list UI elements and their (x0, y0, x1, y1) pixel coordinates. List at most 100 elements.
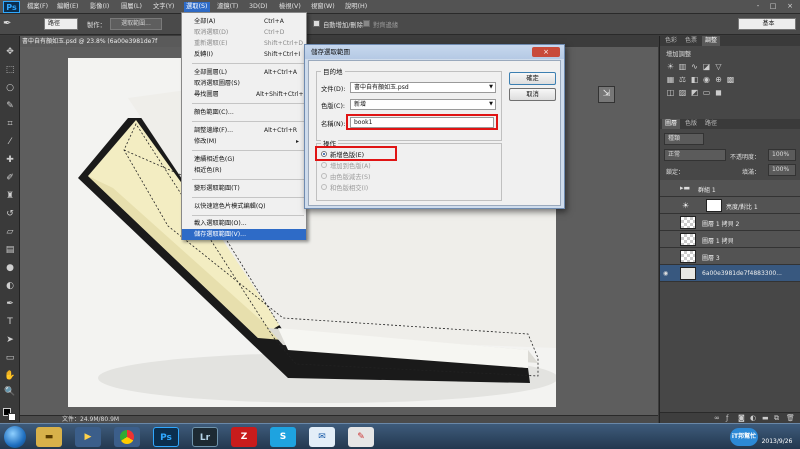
menu-help[interactable]: 說明(H) (345, 2, 367, 12)
fx-icon[interactable]: ƒ (726, 414, 728, 422)
brush-tool-icon[interactable]: ✐ (4, 172, 16, 184)
color-lookup-icon[interactable]: ▩ (726, 75, 735, 84)
dialog-close-button[interactable]: × (532, 47, 560, 57)
menu-3d[interactable]: 3D(D) (249, 2, 268, 12)
eye-icon[interactable] (663, 236, 671, 243)
levels-icon[interactable]: ▥ (678, 62, 687, 71)
menu-edit[interactable]: 編輯(E) (57, 2, 79, 12)
filezilla-icon[interactable]: Z (231, 427, 257, 447)
start-button-icon[interactable] (4, 426, 26, 448)
posterize-icon[interactable]: ▨ (678, 88, 687, 97)
zoom-tool-icon[interactable]: 🔍 (4, 386, 16, 398)
menu-image[interactable]: 影像(I) (90, 2, 109, 12)
gradient-map-icon[interactable]: ▭ (702, 88, 711, 97)
eye-icon[interactable] (663, 253, 671, 260)
move-tool-icon[interactable]: ✥ (4, 46, 16, 58)
channel-select[interactable]: 新增 ▼ (350, 99, 496, 110)
menu-item-similar[interactable]: 相近色(R) (182, 165, 306, 176)
eye-icon[interactable] (663, 185, 671, 192)
menu-type[interactable]: 文字(Y) (153, 2, 174, 12)
menu-item-modify[interactable]: 修改(M) ▸ (182, 136, 306, 147)
photo-filter-icon[interactable]: ◉ (702, 75, 711, 84)
new-channel-radio[interactable] (321, 151, 327, 157)
menu-item-transform-selection[interactable]: 變形選取範圍(T) (182, 183, 306, 194)
mini-bridge-icon[interactable]: ⇲ (598, 86, 615, 103)
cancel-button[interactable]: 取消 (509, 88, 556, 101)
ok-button[interactable]: 確定 (509, 72, 556, 85)
intersect-channel-radio[interactable] (321, 184, 327, 190)
auto-add-delete-checkbox[interactable] (313, 20, 320, 27)
quick-select-tool-icon[interactable]: ✎ (4, 100, 16, 112)
threshold-icon[interactable]: ◩ (690, 88, 699, 97)
paint-icon[interactable]: ✎ (348, 427, 374, 447)
tab-channels[interactable]: 色版 (682, 119, 700, 129)
curves-icon[interactable]: ∿ (690, 62, 699, 71)
layer-kind-filter[interactable]: 種類 (664, 133, 704, 145)
hand-tool-icon[interactable]: ✋ (4, 370, 16, 382)
gradient-tool-icon[interactable]: ▤ (4, 244, 16, 256)
media-player-icon[interactable]: ▶ (75, 427, 101, 447)
shape-tool-icon[interactable]: ▭ (4, 352, 16, 364)
menu-layer[interactable]: 圖層(L) (121, 2, 142, 12)
maximize-button[interactable]: □ (767, 1, 779, 12)
tab-color[interactable]: 色彩 (662, 36, 680, 46)
folder-icon[interactable]: ▬ (36, 427, 62, 447)
lasso-tool-icon[interactable]: ○ (4, 82, 16, 94)
blur-tool-icon[interactable]: ● (4, 262, 16, 274)
brightness-icon[interactable]: ☀ (666, 62, 675, 71)
name-input[interactable]: book1 (350, 117, 494, 128)
dodge-tool-icon[interactable]: ◐ (4, 280, 16, 292)
eyedropper-tool-icon[interactable]: ⁄ (4, 136, 16, 148)
subtract-channel-radio[interactable] (321, 173, 327, 179)
fill-input[interactable]: 100% (768, 164, 796, 176)
menu-item-save-selection[interactable]: 儲存選取範圍(V)... (182, 229, 306, 240)
tool-mode-select[interactable]: 路徑 (44, 18, 78, 30)
menu-item-quick-mask[interactable]: 以快速遮色片模式編輯(Q) (182, 201, 306, 212)
tab-swatches[interactable]: 色票 (682, 36, 700, 46)
eye-icon[interactable] (663, 219, 671, 226)
eye-icon[interactable]: ◉ (663, 270, 671, 277)
exposure-icon[interactable]: ◪ (702, 62, 711, 71)
new-layer-icon[interactable]: ⧉ (774, 414, 779, 423)
lightroom-icon[interactable]: Lr (192, 427, 218, 447)
type-tool-icon[interactable]: T (4, 316, 16, 328)
menu-item-load-selection[interactable]: 載入選取範圍(O)... (182, 218, 306, 229)
menu-filter[interactable]: 濾鏡(T) (217, 2, 238, 12)
menu-item-color-range[interactable]: 顏色範圍(C)... (182, 107, 306, 118)
tab-adjustments[interactable]: 調整 (702, 36, 721, 46)
menu-item-grow[interactable]: 連續相近色(G) (182, 154, 306, 165)
link-icon[interactable]: ∞ (714, 414, 720, 422)
invert-icon[interactable]: ◫ (666, 88, 675, 97)
crop-tool-icon[interactable]: ⌗ (4, 118, 16, 130)
color-balance-icon[interactable]: ⚖ (678, 75, 687, 84)
menu-item-deselect-layers[interactable]: 取消選取圖層(S) (182, 78, 306, 89)
hue-saturation-icon[interactable]: ▦ (666, 75, 675, 84)
menu-item-all[interactable]: 全部(A) Ctrl+A (182, 16, 306, 27)
skype-icon[interactable]: S (270, 427, 296, 447)
menu-file[interactable]: 檔案(F) (27, 2, 48, 12)
document-select[interactable]: 書中自有顏如玉.psd ▼ (350, 82, 496, 93)
eraser-tool-icon[interactable]: ▱ (4, 226, 16, 238)
layer-row[interactable]: 圖層 1 拷貝 (660, 231, 800, 248)
background-color-swatch[interactable] (8, 413, 16, 421)
layer-row[interactable]: 圖層 3 (660, 248, 800, 265)
pen-tool-icon[interactable]: ✒ (3, 17, 17, 31)
vibrance-icon[interactable]: ▽ (714, 62, 723, 71)
clone-stamp-tool-icon[interactable]: ♜ (4, 190, 16, 202)
opacity-input[interactable]: 100% (768, 149, 796, 161)
channel-mixer-icon[interactable]: ⊕ (714, 75, 723, 84)
mask-icon[interactable]: ◙ (738, 414, 745, 422)
layer-row[interactable]: ☀ 亮度/對比 1 (660, 197, 800, 214)
menu-item-reselect[interactable]: 重新選取(E) Shift+Ctrl+D (182, 38, 306, 49)
menu-view[interactable]: 檢視(V) (279, 2, 301, 12)
menu-item-all-layers[interactable]: 全部圖層(L) Alt+Ctrl+A (182, 67, 306, 78)
chrome-icon[interactable] (114, 427, 140, 447)
marquee-tool-icon[interactable]: ⬚ (4, 64, 16, 76)
outlook-icon[interactable]: ✉ (309, 427, 335, 447)
layer-row[interactable]: 圖層 1 拷貝 2 (660, 214, 800, 231)
new-group-icon[interactable]: ▬ (762, 414, 769, 422)
menu-item-deselect[interactable]: 取消選取(D) Ctrl+D (182, 27, 306, 38)
menu-item-find-layers[interactable]: 尋找圖層 Alt+Shift+Ctrl+F (182, 89, 307, 100)
make-selection-button[interactable]: 選取範圍... (110, 18, 162, 30)
menu-item-inverse[interactable]: 反轉(I) Shift+Ctrl+I (182, 49, 306, 60)
